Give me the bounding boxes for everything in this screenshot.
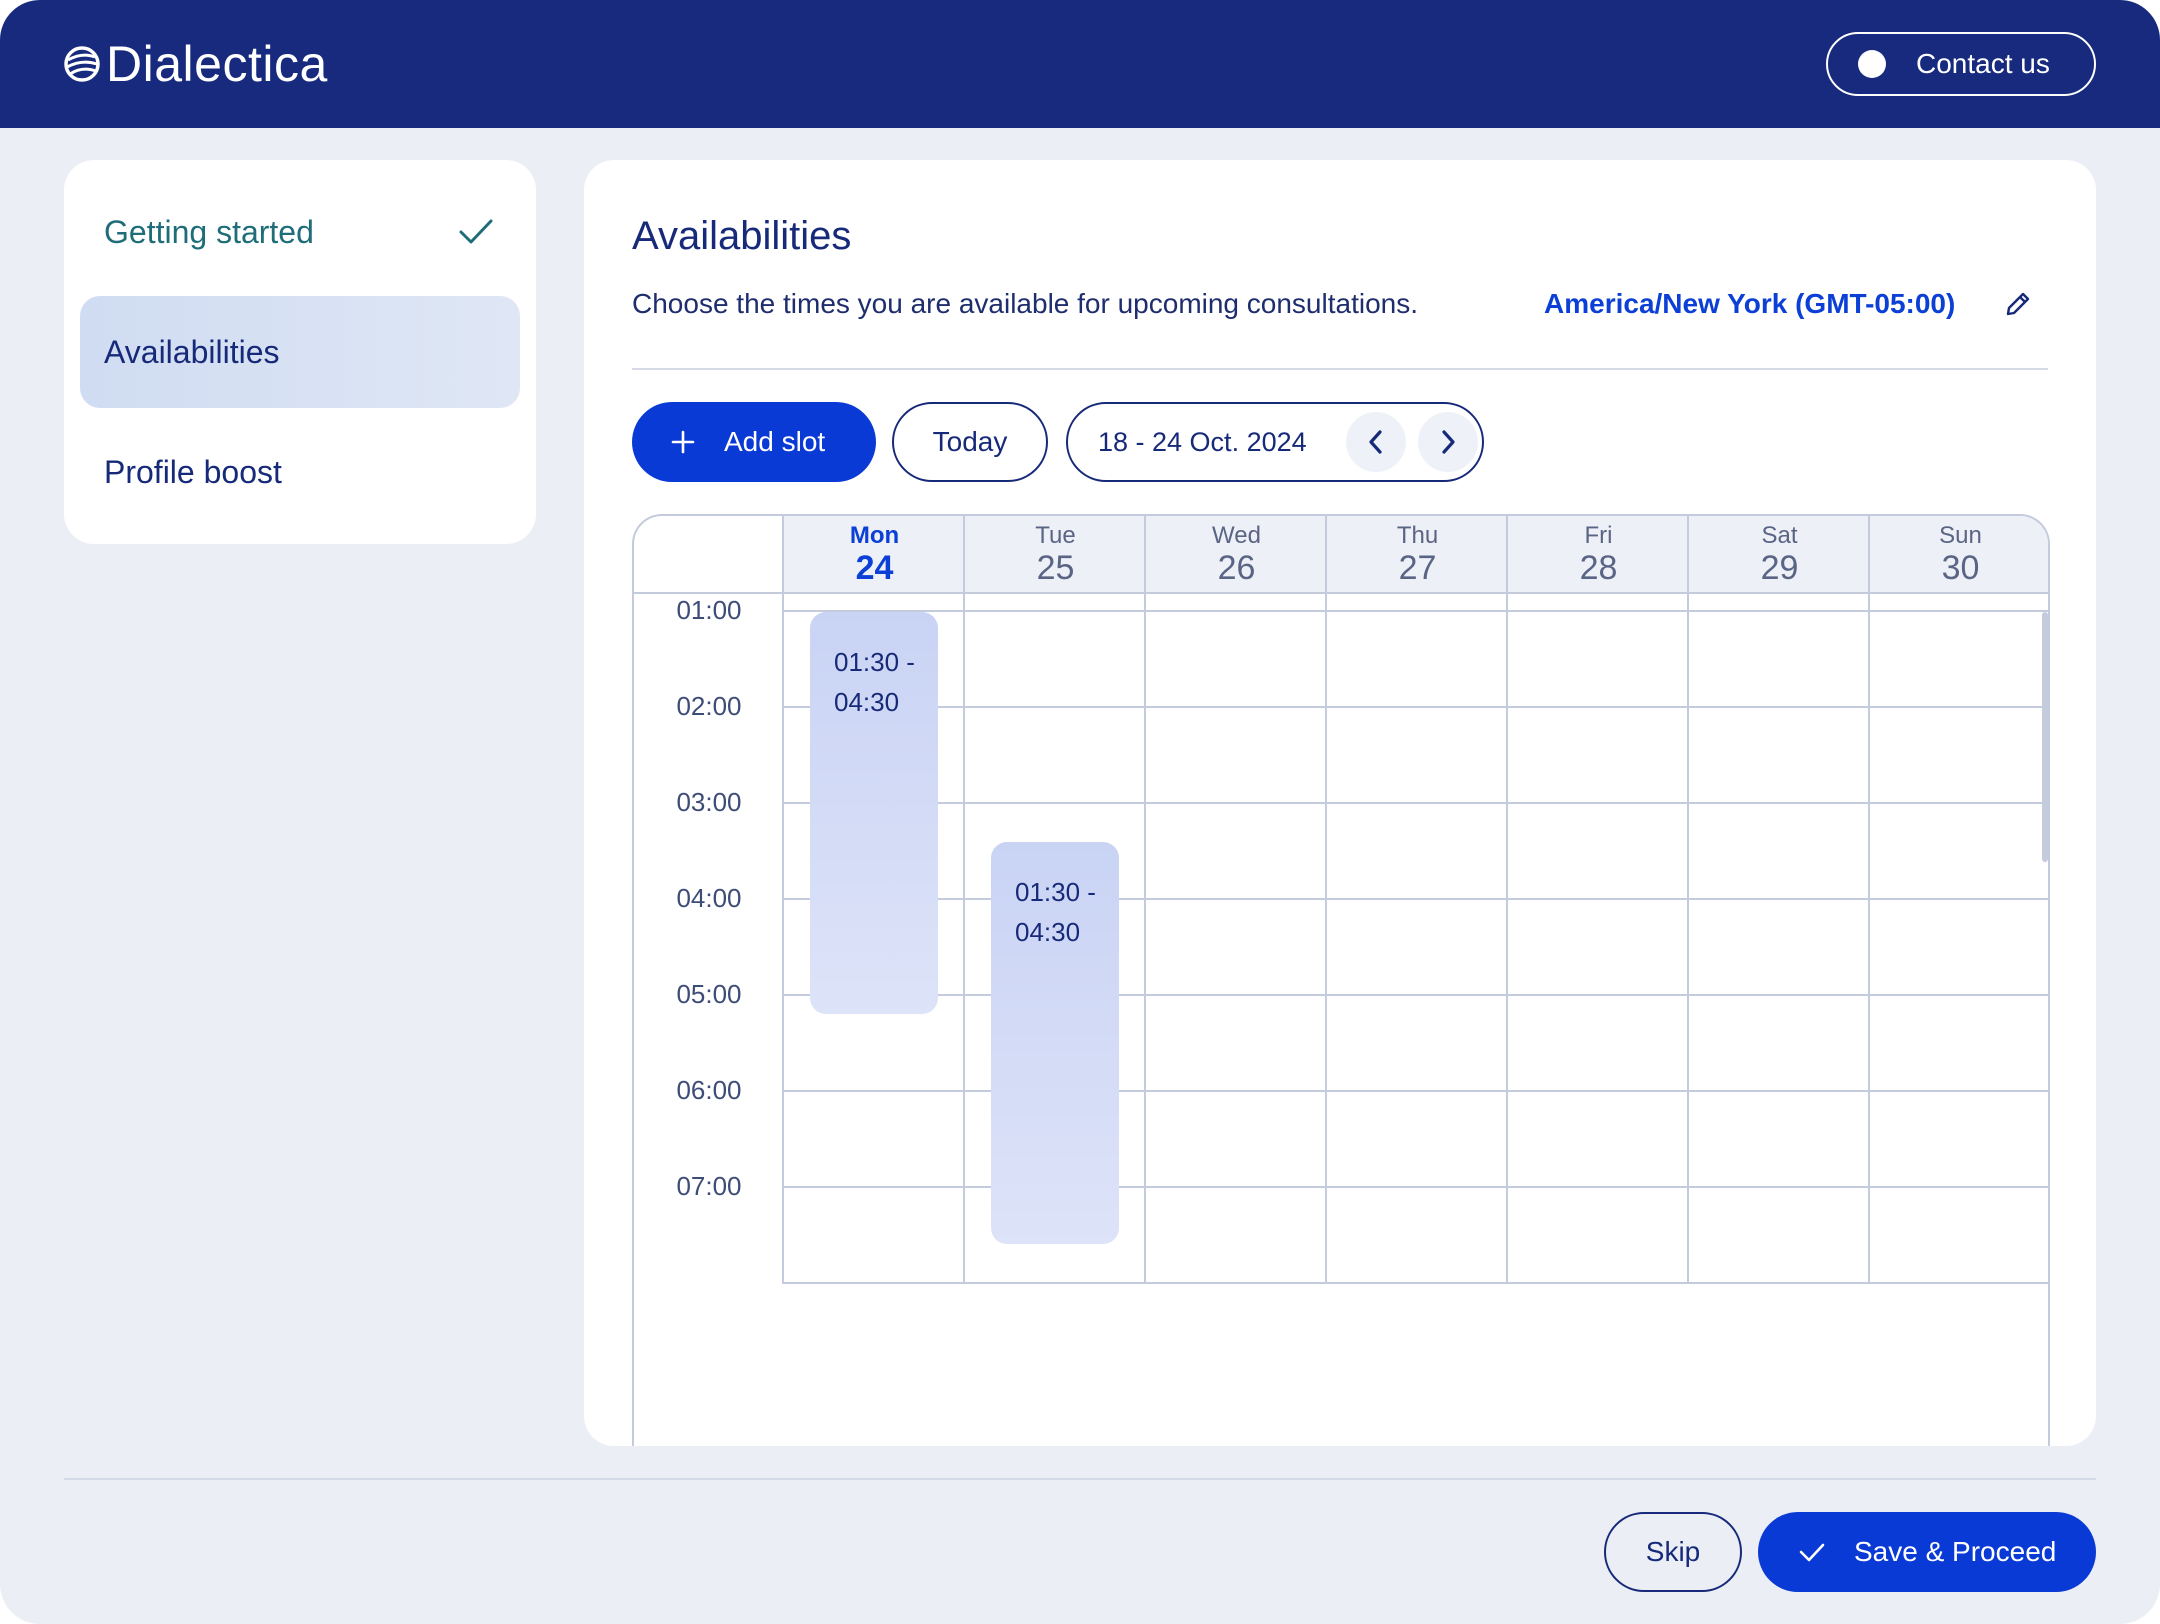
chevron-right-icon — [1442, 430, 1455, 454]
day-header-sat[interactable]: Sat 29 — [1689, 516, 1870, 594]
sidebar-item-availabilities[interactable]: Availabilities — [80, 296, 520, 408]
grid-line-hour — [784, 1186, 2048, 1188]
header-divider — [632, 368, 2048, 370]
day-number: 24 — [855, 549, 894, 587]
brand-logo[interactable]: Dialectica — [62, 36, 328, 92]
day-number: 30 — [1941, 549, 1980, 587]
grid-line-hour — [784, 610, 2048, 612]
day-number: 25 — [1036, 549, 1075, 587]
calendar-scrollbar[interactable] — [2042, 612, 2048, 862]
footer-divider — [64, 1478, 2096, 1480]
sidebar-item-label: Getting started — [104, 213, 314, 250]
sidebar-item-label: Profile boost — [104, 453, 282, 490]
logo-mark-icon — [64, 46, 100, 82]
time-label: 02:00 — [676, 691, 742, 721]
time-label: 04:00 — [676, 883, 742, 913]
edit-pencil-icon[interactable] — [2002, 288, 2034, 320]
grid-line-hour — [784, 706, 2048, 708]
day-number: 26 — [1217, 549, 1256, 587]
grid-line-hour — [784, 1090, 2048, 1092]
day-header-tue[interactable]: Tue 25 — [965, 516, 1146, 594]
day-name: Mon — [849, 522, 900, 549]
grid-line-vertical — [1144, 516, 1146, 1284]
date-range-label: 18 - 24 Oct. 2024 — [1098, 427, 1307, 457]
check-icon — [459, 219, 493, 244]
day-name: Sat — [1761, 522, 1798, 549]
add-slot-label: Add slot — [724, 426, 826, 457]
steps-sidebar: Getting started Availabilities Profile b… — [64, 160, 536, 544]
grid-line-hour — [784, 898, 2048, 900]
contact-us-label: Contact us — [1916, 48, 2050, 79]
day-name: Sun — [1939, 522, 1982, 549]
day-header-mon[interactable]: Mon 24 — [784, 516, 965, 594]
previous-week-button[interactable] — [1346, 412, 1406, 472]
day-number: 27 — [1398, 549, 1437, 587]
day-name: Wed — [1212, 522, 1261, 549]
time-label: 07:00 — [676, 1171, 742, 1201]
time-label: 01:00 — [676, 595, 742, 625]
grid-line-hour — [784, 1282, 2048, 1284]
grid-line-vertical — [1325, 516, 1327, 1284]
contact-dot-icon — [1858, 50, 1886, 78]
time-label: 03:00 — [676, 787, 742, 817]
week-calendar: Mon 24 Tue 25 Wed 26 Thu 27 Fri 28 Sat 29 Sun 30 01:0… — [632, 514, 2050, 1446]
availability-slot[interactable]: 01:30 - 04:30 — [810, 612, 938, 1014]
brand-name: Dialectica — [106, 36, 328, 92]
date-range-picker: 18 - 24 Oct. 2024 — [1066, 402, 1484, 482]
grid-line-vertical — [1687, 516, 1689, 1284]
day-name: Tue — [1035, 522, 1076, 549]
app-window: Dialectica Contact us Getting started Av… — [0, 0, 2160, 1624]
availability-slot[interactable]: 01:30 - 04:30 — [991, 842, 1119, 1244]
day-header-fri[interactable]: Fri 28 — [1508, 516, 1689, 594]
time-label: 06:00 — [676, 1075, 742, 1105]
save-proceed-label: Save & Proceed — [1854, 1536, 2057, 1567]
sidebar-item-getting-started[interactable]: Getting started — [80, 176, 520, 288]
calendar-head-gutter — [634, 516, 784, 594]
skip-button[interactable]: Skip — [1604, 1512, 1742, 1592]
calendar-day-header: Mon 24 Tue 25 Wed 26 Thu 27 Fri 28 Sat 29 Sun 30 — [784, 516, 2048, 594]
check-icon — [1799, 1543, 1825, 1562]
top-header: Dialectica Contact us — [0, 0, 2160, 128]
day-number: 29 — [1760, 549, 1799, 587]
day-number: 28 — [1579, 549, 1618, 587]
day-header-sun[interactable]: Sun 30 — [1870, 516, 2048, 594]
sidebar-item-label: Availabilities — [104, 333, 280, 370]
slot-time-end: 04:30 — [834, 687, 900, 717]
timezone-label[interactable]: America/New York (GMT-05:00) — [1544, 286, 1955, 322]
grid-line-vertical — [2049, 516, 2050, 1284]
grid-line-hour — [784, 802, 2048, 804]
slot-time-start: 01:30 - — [1015, 877, 1096, 907]
day-name: Thu — [1396, 522, 1439, 549]
slot-time-start: 01:30 - — [834, 647, 915, 677]
grid-line-hour — [784, 994, 2048, 996]
grid-line-vertical — [1868, 516, 1870, 1284]
time-label: 05:00 — [676, 979, 742, 1009]
sidebar-item-profile-boost[interactable]: Profile boost — [80, 416, 520, 528]
grid-line-vertical — [963, 516, 965, 1284]
day-name: Fri — [1584, 522, 1613, 549]
chevron-left-icon — [1369, 430, 1382, 454]
plus-icon — [671, 430, 695, 454]
add-slot-button[interactable]: Add slot — [632, 402, 876, 482]
today-button[interactable]: Today — [892, 402, 1048, 482]
grid-line-vertical — [1506, 516, 1508, 1284]
page-title: Availabilities — [632, 214, 852, 258]
slot-time-end: 04:30 — [1015, 917, 1081, 947]
contact-us-button[interactable]: Contact us — [1826, 32, 2096, 96]
page-subtitle: Choose the times you are available for u… — [632, 288, 1418, 319]
save-proceed-button[interactable]: Save & Proceed — [1758, 1512, 2096, 1592]
day-header-thu[interactable]: Thu 27 — [1327, 516, 1508, 594]
day-header-wed[interactable]: Wed 26 — [1146, 516, 1327, 594]
next-week-button[interactable] — [1418, 412, 1478, 472]
availabilities-panel: Availabilities Choose the times you are … — [584, 160, 2096, 1446]
